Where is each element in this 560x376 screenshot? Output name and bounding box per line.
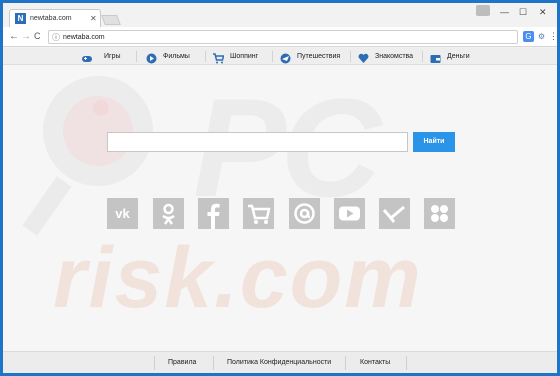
vimeo-icon[interactable] [379, 198, 410, 229]
category-money[interactable]: Деньги [430, 48, 470, 65]
divider [350, 51, 351, 62]
youtube-icon[interactable] [334, 198, 365, 229]
category-label: Знакомства [375, 53, 414, 60]
watermark-handle [22, 176, 72, 236]
close-window-button[interactable]: ✕ [539, 6, 547, 18]
play-icon [146, 51, 157, 64]
divider [422, 51, 423, 62]
search-button[interactable]: Найти [413, 132, 455, 152]
svg-text:vk: vk [115, 206, 130, 221]
maximize-button[interactable]: ☐ [519, 6, 527, 18]
divider [272, 51, 273, 62]
divider [345, 356, 346, 370]
facebook-icon[interactable] [198, 198, 229, 229]
category-label: Шоппинг [230, 53, 259, 60]
tab-newtaba[interactable]: N newtaba.com ✕ [9, 9, 101, 27]
footer-link-contacts[interactable]: Контакты [360, 358, 390, 368]
footer: Правила Политика Конфиденциальности Конт… [3, 351, 557, 373]
url-text: newtaba.com [63, 34, 105, 41]
favicon-icon: N [15, 13, 26, 24]
category-label: Путешествия [297, 53, 341, 60]
profile-icon[interactable] [476, 5, 490, 16]
browser-window: N newtaba.com ✕ — ☐ ✕ ← → C ⓘ newtaba.co… [0, 0, 560, 376]
divider [205, 51, 206, 62]
back-button[interactable]: ← [9, 30, 19, 43]
info-icon[interactable]: ⓘ [52, 32, 60, 43]
forward-button[interactable]: → [21, 30, 31, 43]
divider [136, 51, 137, 62]
category-shopping[interactable]: Шоппинг [213, 48, 258, 65]
wallet-icon [430, 51, 441, 63]
menu-button[interactable]: ⋮ [549, 30, 558, 43]
translate-icon[interactable]: G [523, 31, 534, 42]
divider [406, 356, 407, 370]
gamepad-icon [81, 51, 92, 62]
browser-toolbar: ← → C ⓘ newtaba.com G ⚙ ⋮ [3, 27, 558, 47]
footer-link-privacy[interactable]: Политика Конфиденциальности [227, 358, 331, 368]
extension-icon[interactable]: ⚙ [536, 31, 547, 42]
plane-icon [280, 51, 291, 64]
category-label: Фильмы [163, 53, 190, 60]
shopping-cart-icon[interactable] [243, 198, 274, 229]
tab-strip: N newtaba.com ✕ — ☐ ✕ [3, 3, 557, 27]
page-content: PC risk.com Игры Фильмы Шоппинг Путешест… [3, 48, 557, 373]
heart-icon [358, 51, 369, 63]
search-input[interactable] [107, 132, 408, 152]
watermark-risk: risk.com [53, 230, 423, 326]
category-label: Деньги [447, 53, 470, 60]
vk-icon[interactable]: vk [107, 198, 138, 229]
category-bar: Игры Фильмы Шоппинг Путешествия Знакомст… [3, 48, 557, 65]
address-bar[interactable]: ⓘ newtaba.com [48, 30, 518, 44]
dots-icon[interactable] [424, 198, 455, 229]
browser-frame: N newtaba.com ✕ — ☐ ✕ ← → C ⓘ newtaba.co… [3, 3, 558, 373]
divider [213, 356, 214, 370]
watermark-dot [93, 100, 109, 116]
category-dating[interactable]: Знакомства [358, 48, 413, 65]
category-games[interactable]: Игры [81, 48, 121, 65]
odnoklassniki-icon[interactable] [153, 198, 184, 229]
divider [154, 356, 155, 370]
reload-button[interactable]: C [34, 30, 41, 43]
tab-title: newtaba.com [30, 15, 72, 22]
cart-icon [213, 51, 225, 64]
footer-link-rules[interactable]: Правила [168, 358, 196, 368]
category-movies[interactable]: Фильмы [146, 48, 190, 65]
new-tab-button[interactable] [101, 15, 121, 25]
mail-ru-icon[interactable] [289, 198, 320, 229]
category-label: Игры [104, 53, 121, 60]
tab-close-icon[interactable]: ✕ [90, 13, 97, 24]
category-travel[interactable]: Путешествия [280, 48, 340, 65]
minimize-button[interactable]: — [500, 6, 509, 18]
